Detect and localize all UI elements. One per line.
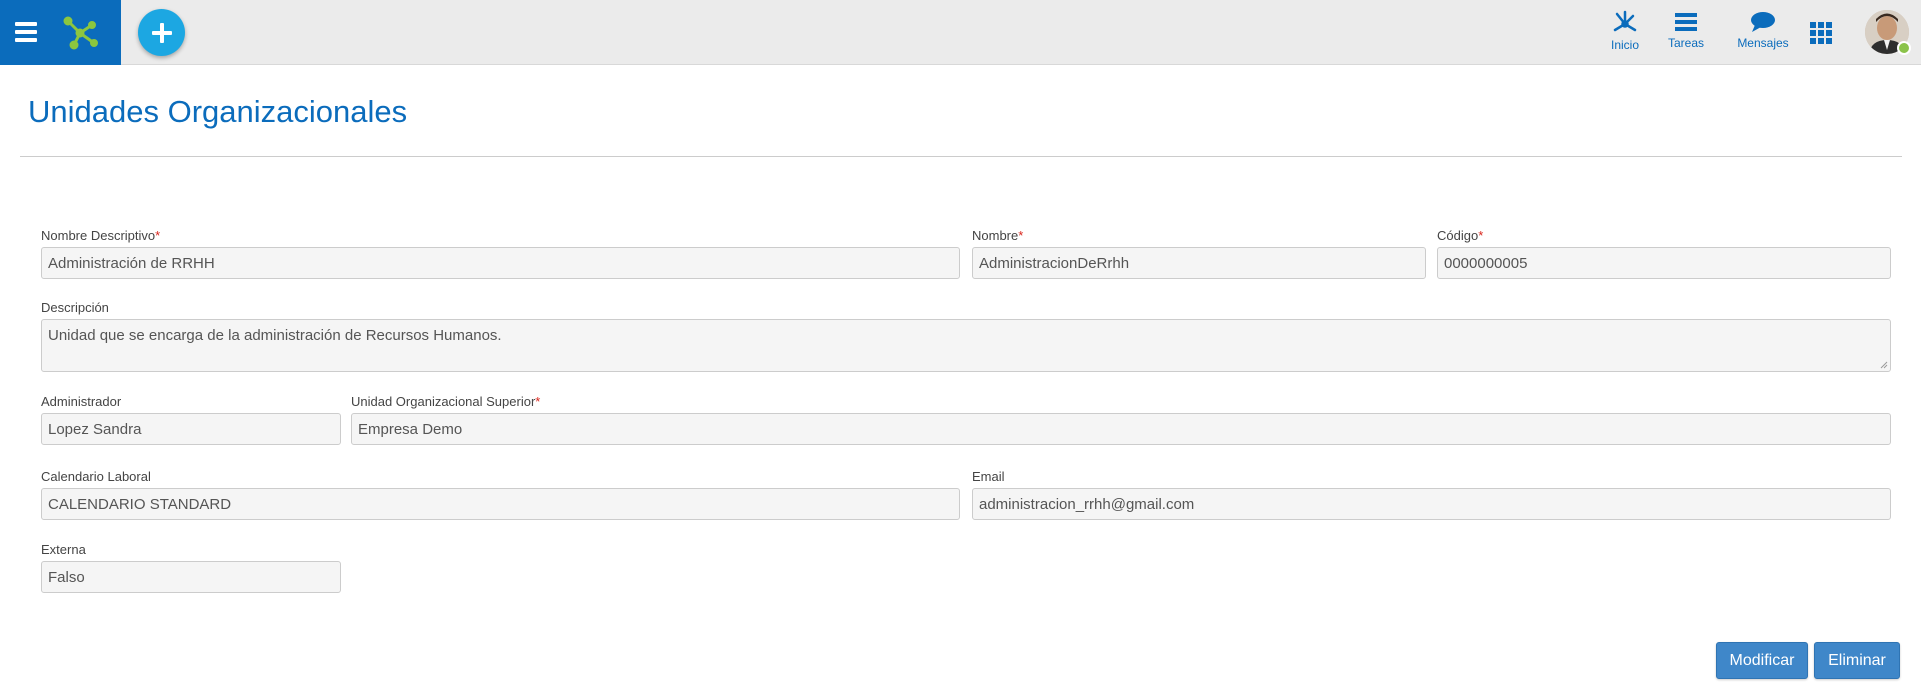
app-logo-icon xyxy=(63,16,98,50)
apps-grid-icon[interactable] xyxy=(1810,22,1832,44)
nav-mensajes[interactable]: Mensajes xyxy=(1728,10,1798,50)
externa-field[interactable]: Falso xyxy=(41,561,341,593)
descripcion-text: Unidad que se encarga de la administraci… xyxy=(48,327,502,344)
resize-handle-icon[interactable] xyxy=(1880,361,1888,369)
nav-inicio[interactable]: Inicio xyxy=(1590,10,1660,52)
nombre-label: Nombre* xyxy=(972,228,1023,243)
nav-label: Mensajes xyxy=(1737,36,1789,50)
plus-icon xyxy=(151,22,172,43)
descripcion-textarea[interactable]: Unidad que se encarga de la administraci… xyxy=(41,319,1891,372)
required-marker: * xyxy=(535,394,541,409)
brand-area xyxy=(0,0,121,65)
chat-bubble-icon xyxy=(1751,12,1775,32)
administrador-field[interactable]: Lopez Sandra xyxy=(41,413,341,445)
title-divider xyxy=(20,156,1902,157)
tasks-icon xyxy=(1675,13,1697,31)
required-marker: * xyxy=(1478,228,1484,243)
eliminar-button[interactable]: Eliminar xyxy=(1814,642,1900,679)
modificar-button[interactable]: Modificar xyxy=(1716,642,1808,679)
nav-tareas[interactable]: Tareas xyxy=(1651,10,1721,50)
unidad-superior-label: Unidad Organizacional Superior* xyxy=(351,394,540,409)
label-text: Código xyxy=(1437,228,1479,243)
codigo-label: Código* xyxy=(1437,228,1483,243)
administrador-label: Administrador xyxy=(41,394,122,409)
codigo-field[interactable]: 0000000005 xyxy=(1437,247,1891,279)
descripcion-label: Descripción xyxy=(41,300,109,315)
online-status-indicator xyxy=(1897,41,1911,55)
top-bar: Inicio Tareas Mensajes xyxy=(0,0,1921,65)
label-text: Unidad Organizacional Superior xyxy=(351,394,536,409)
email-label: Email xyxy=(972,469,1005,484)
unidad-superior-field[interactable]: Empresa Demo xyxy=(351,413,1891,445)
nav-label: Inicio xyxy=(1610,38,1639,52)
nombre-descriptivo-label: Nombre Descriptivo* xyxy=(41,228,160,243)
email-field[interactable]: administracion_rrhh@gmail.com xyxy=(972,488,1891,520)
required-marker: * xyxy=(1018,228,1024,243)
nombre-field[interactable]: AdministracionDeRrhh xyxy=(972,247,1426,279)
add-button[interactable] xyxy=(138,9,185,56)
label-text: Nombre xyxy=(972,228,1019,243)
nav-label: Tareas xyxy=(1667,36,1705,50)
required-marker: * xyxy=(155,228,161,243)
nombre-descriptivo-field[interactable]: Administración de RRHH xyxy=(41,247,960,279)
externa-label: Externa xyxy=(41,542,86,557)
hamburger-menu-icon[interactable] xyxy=(15,22,37,42)
label-text: Nombre Descriptivo xyxy=(41,228,156,243)
page-title: Unidades Organizacionales xyxy=(28,94,408,129)
calendario-label: Calendario Laboral xyxy=(41,469,151,484)
network-icon xyxy=(1613,10,1637,32)
calendario-field[interactable]: CALENDARIO STANDARD xyxy=(41,488,960,520)
